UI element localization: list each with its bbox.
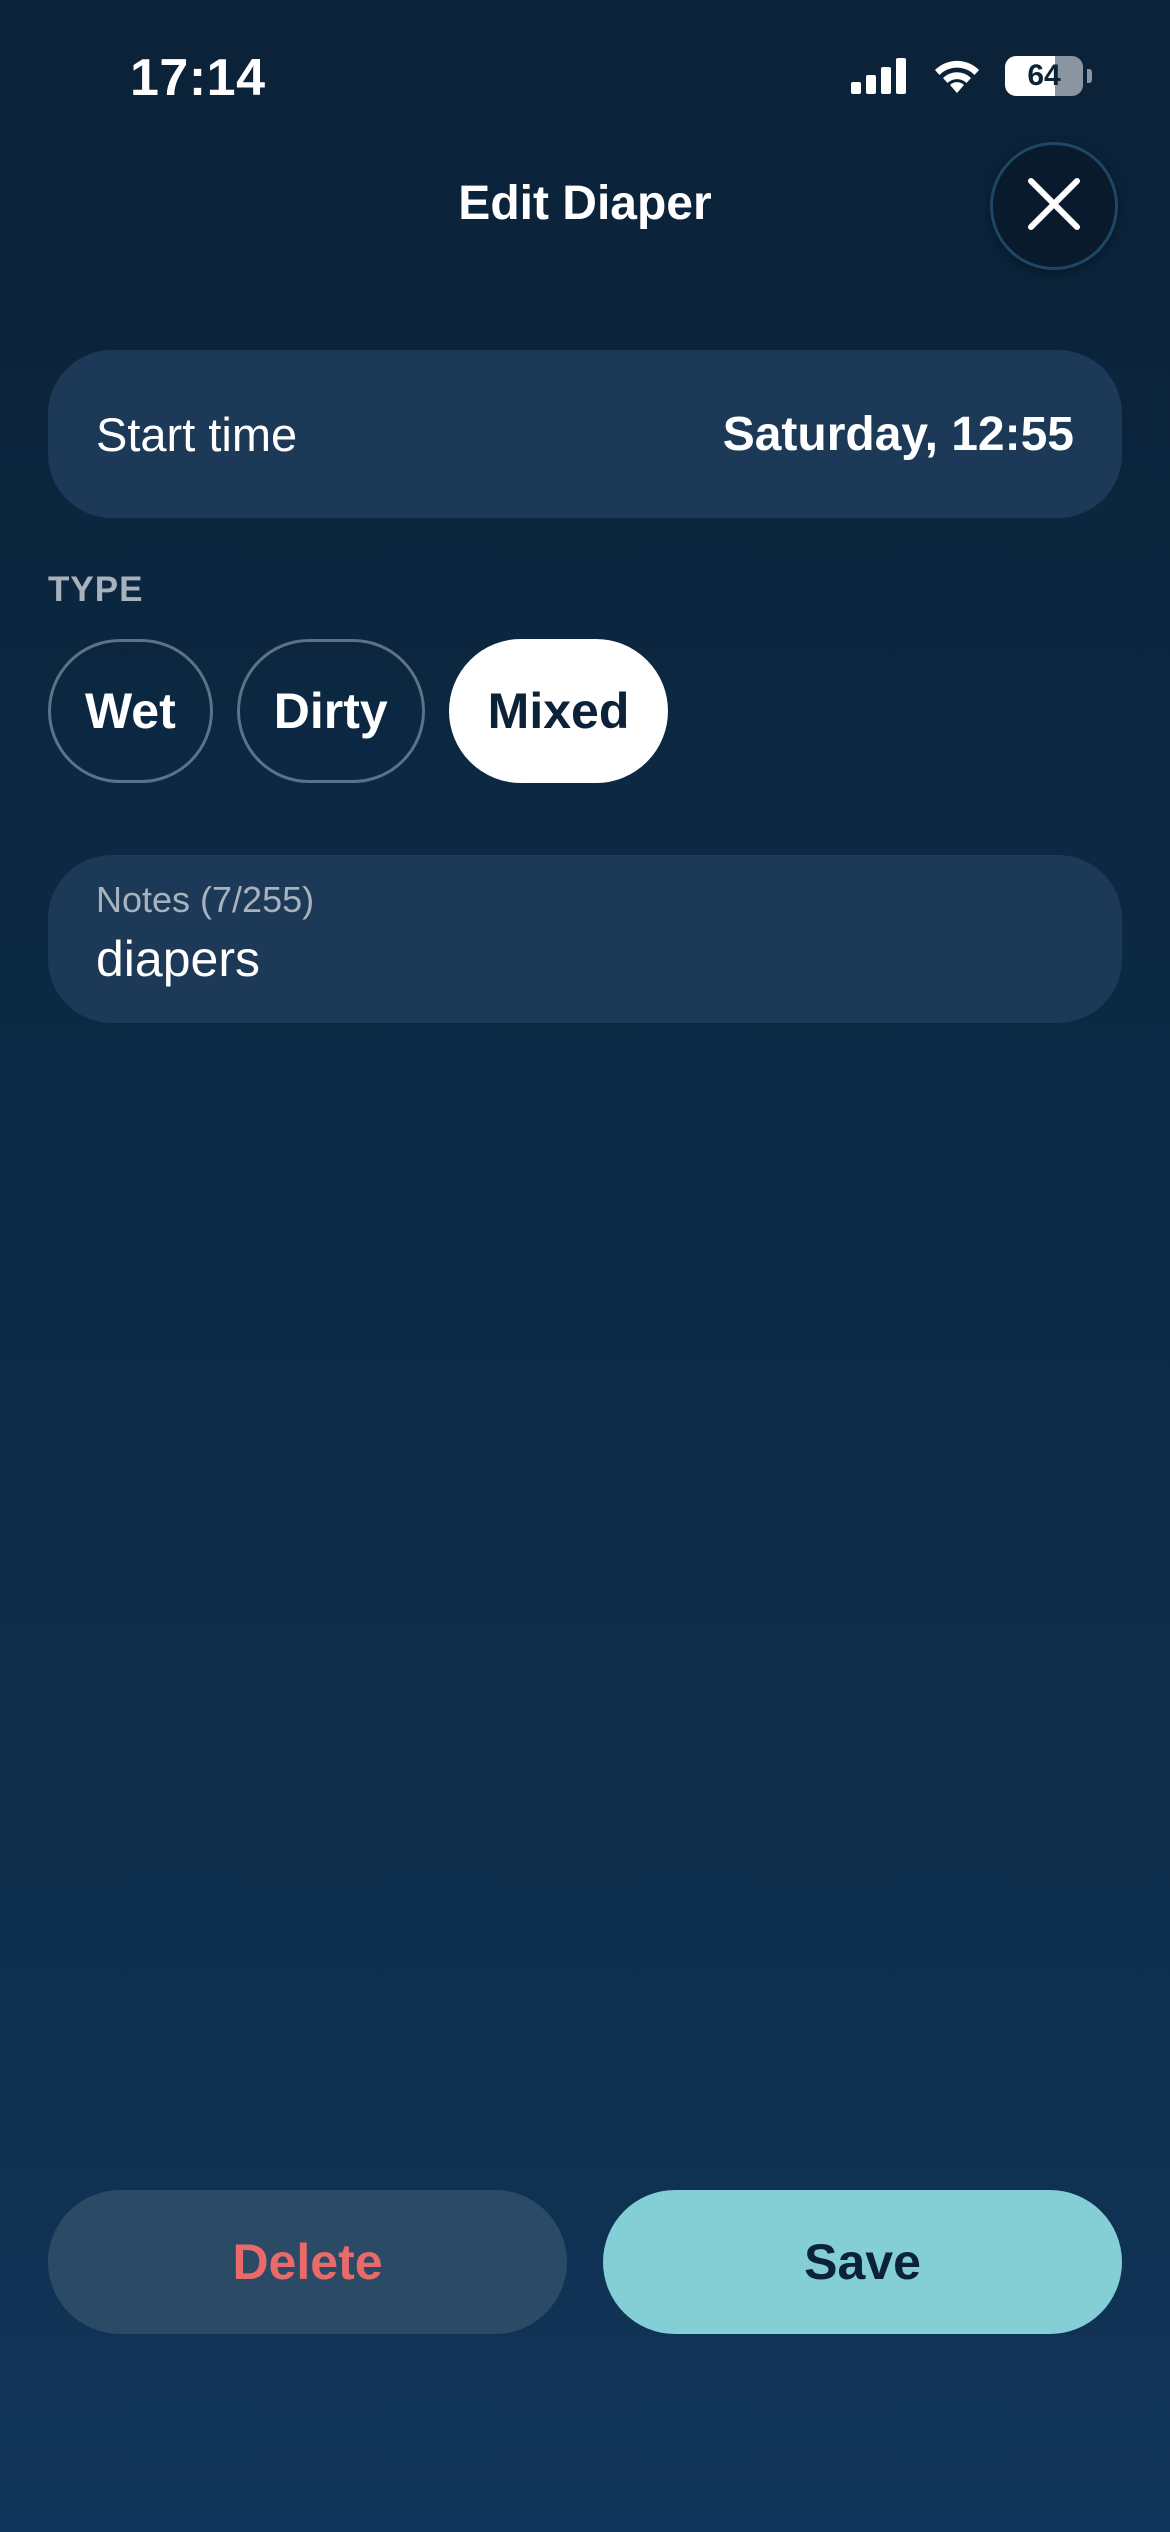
- status-bar: 17:14 64: [0, 0, 1170, 150]
- start-time-value: Saturday, 12:55: [722, 407, 1074, 461]
- type-chips: Wet Dirty Mixed: [48, 639, 669, 783]
- type-chip-dirty[interactable]: Dirty: [236, 639, 425, 783]
- battery-cap: [1087, 69, 1092, 83]
- status-time: 17:14: [130, 49, 266, 107]
- notes-char-count: (7/255): [200, 879, 315, 920]
- save-button[interactable]: Save: [603, 2190, 1122, 2334]
- battery-level: 64: [1027, 59, 1061, 92]
- type-section-label: TYPE: [48, 570, 144, 609]
- start-time-row[interactable]: Start time Saturday, 12:55: [48, 350, 1122, 518]
- battery-icon: 64: [1005, 56, 1083, 96]
- type-chip-mixed[interactable]: Mixed: [448, 639, 669, 783]
- type-chip-wet[interactable]: Wet: [48, 639, 213, 783]
- status-icons: 64: [851, 54, 1092, 98]
- signal-icon: [851, 58, 909, 94]
- notes-label: Notes: [96, 879, 191, 920]
- start-time-label: Start time: [96, 407, 298, 461]
- notes-input[interactable]: diapers: [96, 929, 1074, 989]
- close-icon: [1027, 177, 1081, 236]
- delete-button[interactable]: Delete: [48, 2190, 567, 2334]
- notes-label-row: Notes (7/255): [96, 879, 1074, 921]
- notes-field[interactable]: Notes (7/255) diapers: [48, 855, 1122, 1023]
- close-button[interactable]: [990, 142, 1118, 270]
- wifi-icon: [931, 57, 983, 95]
